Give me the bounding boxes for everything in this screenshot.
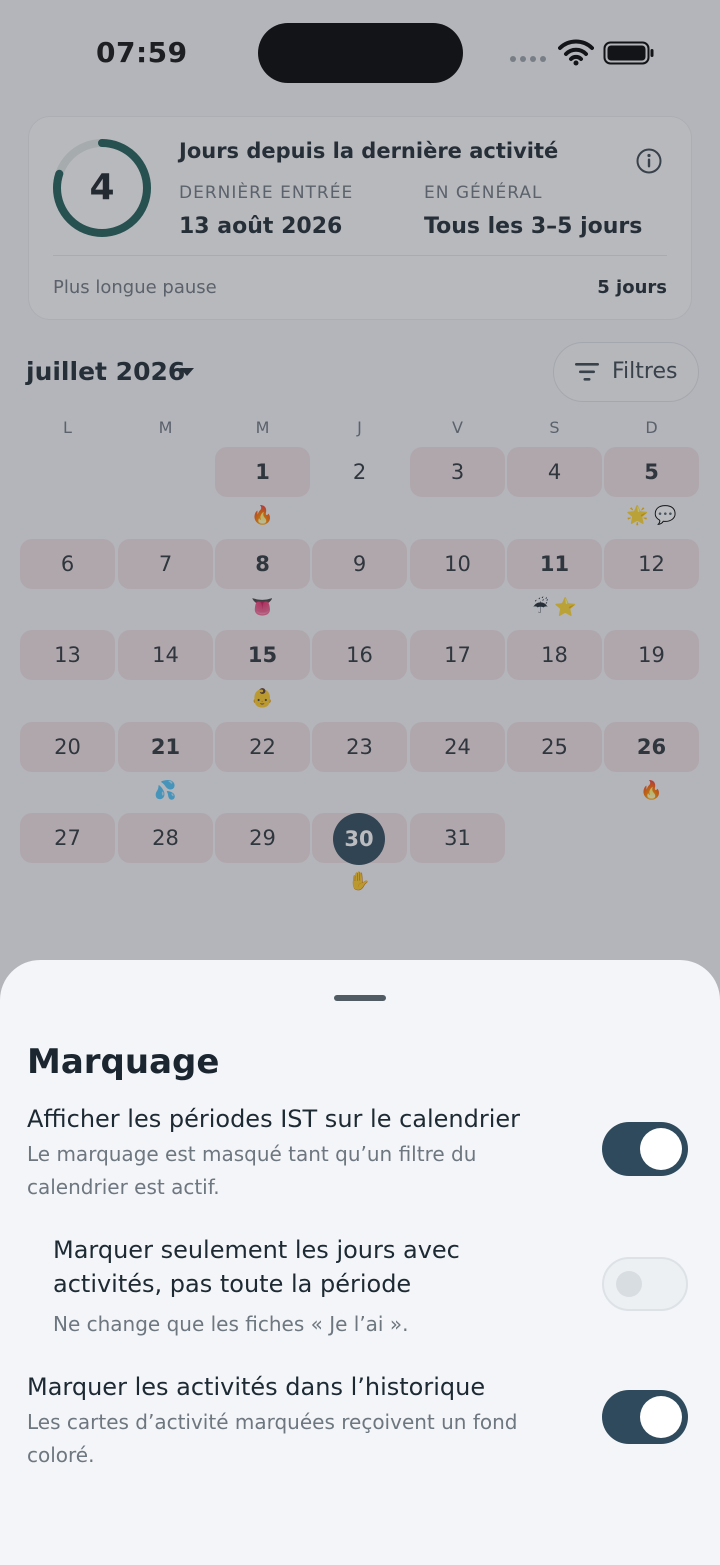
toggle-knob [640,1396,682,1438]
toggle-mark-history[interactable] [602,1390,688,1444]
sheet-title: Marquage [27,1042,220,1082]
option-show-sti-periods-subtitle: Le marquage est masqué tant qu’un filtre… [27,1142,477,1199]
sheet-drag-handle[interactable] [334,995,386,1001]
option-mark-activity-days-title: Marquer seulement les jours avec activit… [53,1236,460,1298]
app-screen: 07:59 4 Jours depuis la dernière activit… [0,0,720,1565]
toggle-mark-activity-days[interactable] [602,1257,688,1311]
toggle-show-sti-periods[interactable] [602,1122,688,1176]
option-mark-activity-days-subtitle: Ne change que les fiches « Je l’ai ». [53,1312,409,1336]
option-mark-history-subtitle: Les cartes d’activité marquées reçoivent… [27,1410,518,1467]
toggle-knob [616,1271,642,1297]
option-mark-history-title: Marquer les activités dans l’historique [27,1373,486,1401]
toggle-knob [640,1128,682,1170]
marking-settings-sheet: Marquage Afficher les périodes IST sur l… [0,960,720,1565]
option-show-sti-periods-title: Afficher les périodes IST sur le calendr… [27,1105,521,1133]
